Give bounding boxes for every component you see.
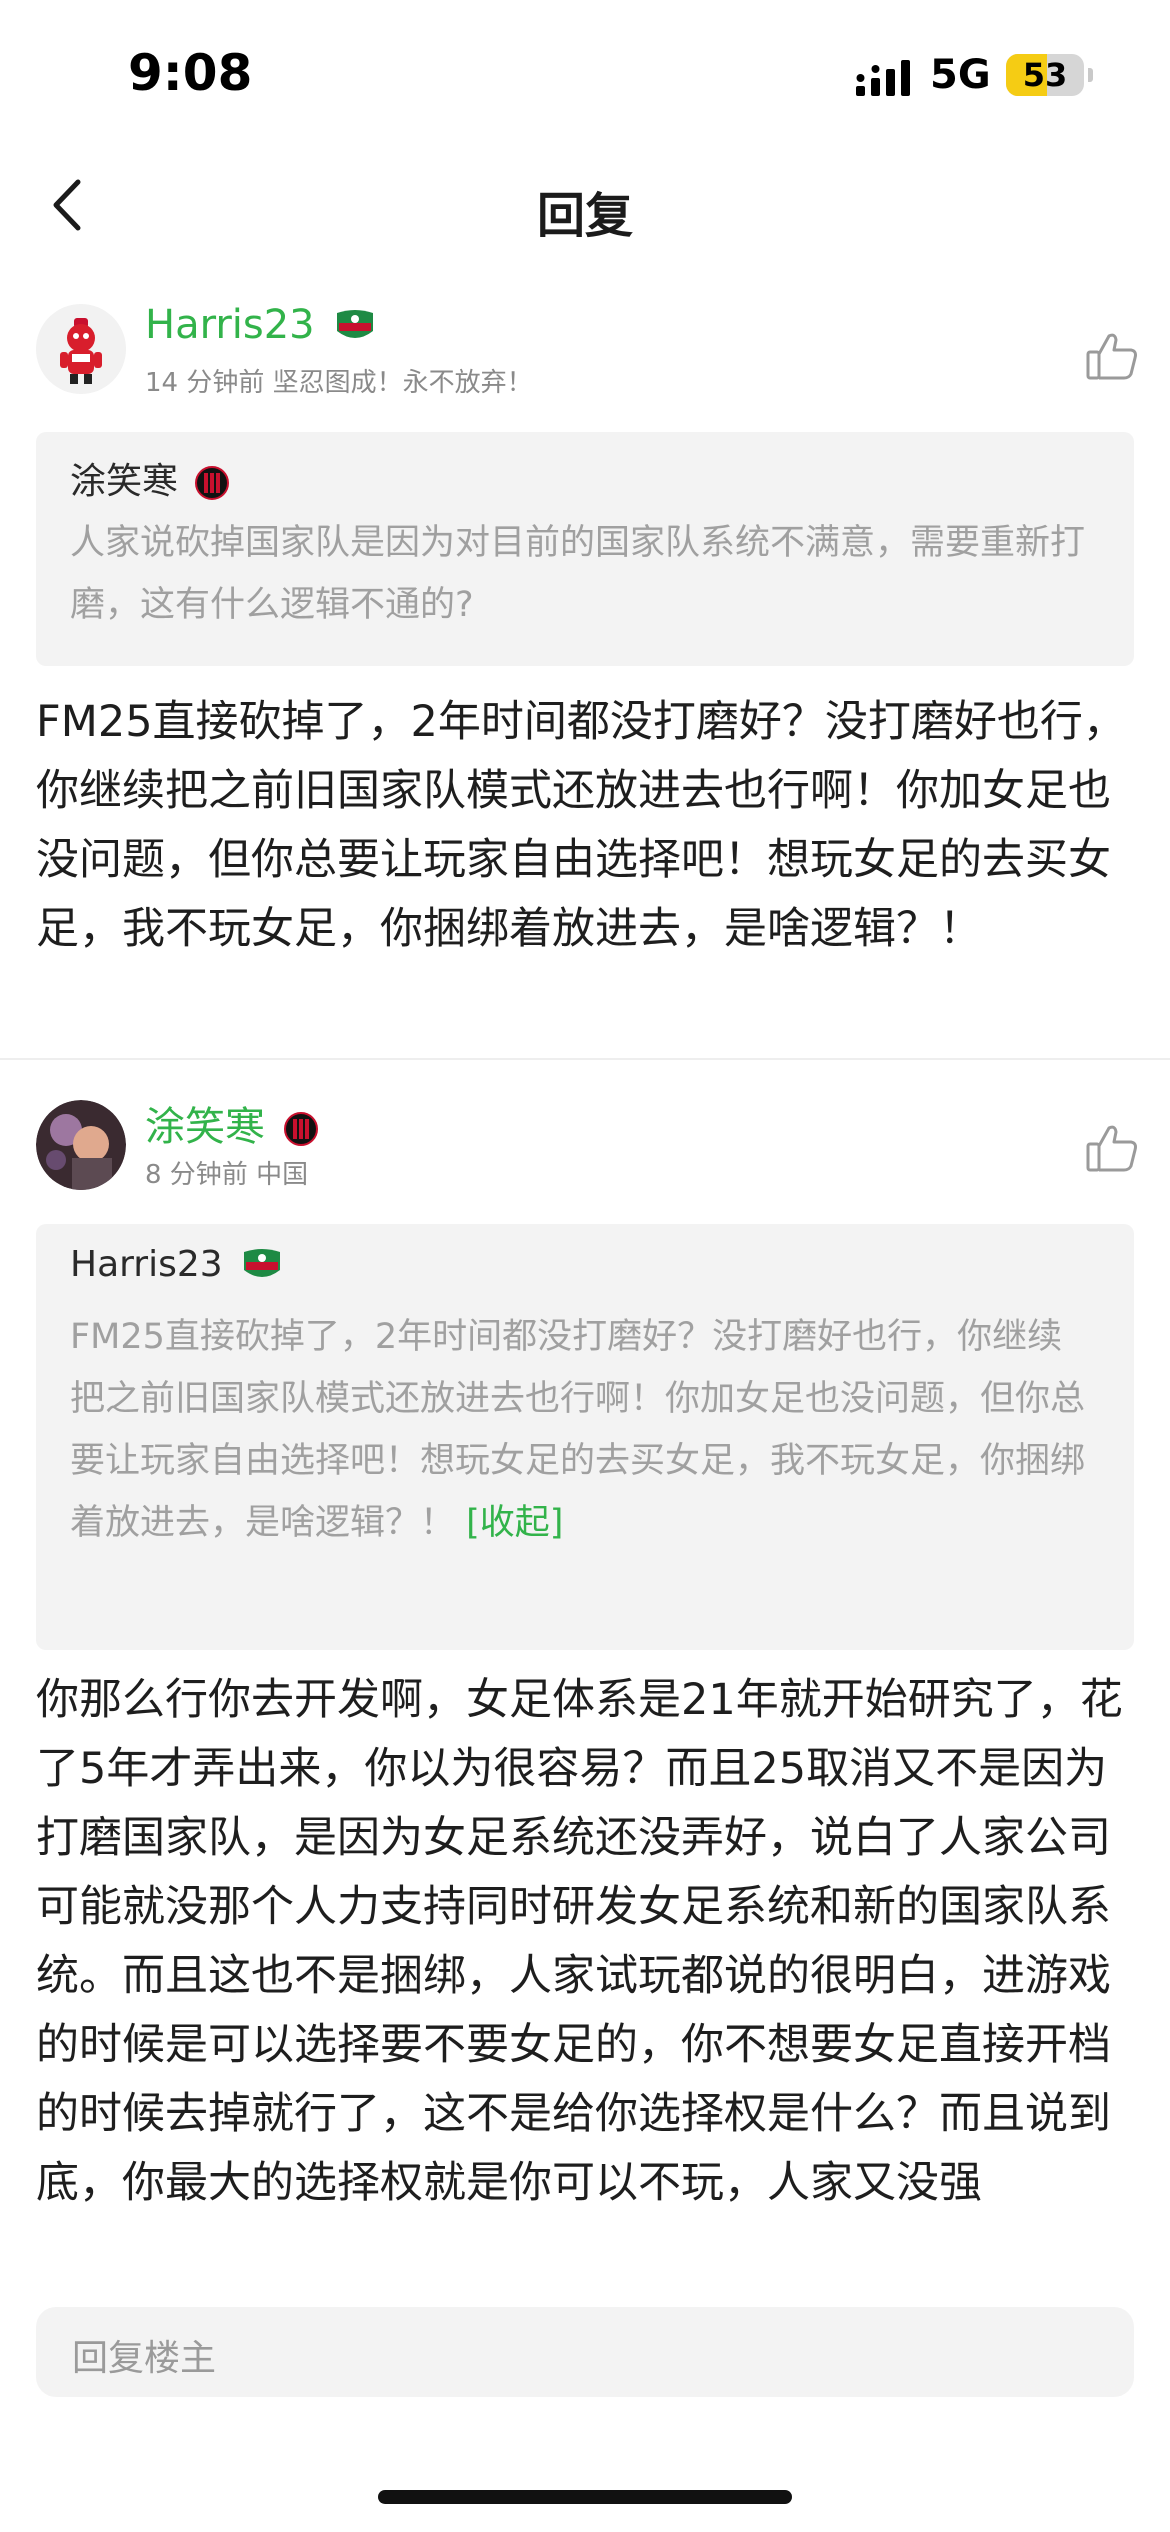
comment-signature: 中国	[256, 1160, 309, 1190]
network-type: 5G	[930, 52, 991, 98]
comment-divider	[0, 1058, 1170, 1060]
henan-team-badge-icon	[337, 310, 374, 338]
comment-signature: 坚忍图成！永不放弃！	[272, 368, 533, 398]
comment: Harris23 14 分钟前 坚忍图成！永不放弃！ 涂笑寒 人家说砍掉国家队是…	[0, 290, 1170, 1058]
henan-team-badge-icon	[244, 1249, 281, 1277]
quoted-text-content: FM25直接砍掉了，2年时间都没打磨好？没打磨好也行，你继续把之前旧国家队模式还…	[70, 1317, 1086, 1543]
reply-placeholder: 回复楼主	[72, 2338, 217, 2379]
comment-username[interactable]: 涂笑寒	[145, 1094, 318, 1152]
battery-percent: 53	[1022, 56, 1068, 94]
avatar[interactable]	[36, 304, 126, 394]
battery-icon: 53	[1006, 54, 1084, 96]
home-indicator[interactable]	[378, 2490, 792, 2504]
battery-tip	[1088, 68, 1093, 82]
mascot-avatar-icon	[36, 304, 126, 394]
comment-body: 你那么行你去开发啊，女足体系是21年就开始研究了，花了5年才弄出来，你以为很容易…	[36, 1675, 1123, 2208]
ac-milan-badge-icon	[195, 466, 230, 500]
quoted-username: Harris23	[70, 1244, 284, 1285]
reply-input[interactable]: 回复楼主	[36, 2307, 1134, 2397]
ac-milan-badge-icon	[283, 1112, 318, 1146]
username-text[interactable]: Harris23	[145, 302, 315, 348]
nav-bar: 回复	[0, 160, 1170, 250]
username-text[interactable]: 涂笑寒	[145, 1104, 265, 1150]
avatar[interactable]	[36, 1100, 126, 1190]
user-photo-avatar-icon	[36, 1100, 126, 1190]
comment-meta: 8 分钟前 中国	[145, 1154, 308, 1191]
quoted-text: 人家说砍掉国家队是因为对目前的国家队系统不满意，需要重新打磨，这有什么逻辑不通的…	[70, 523, 1086, 625]
quoted-username-text: Harris23	[70, 1244, 223, 1285]
quoted-username: 涂笑寒	[70, 452, 230, 504]
comment: 涂笑寒 8 分钟前 中国 Harris23 FM25直接砍掉了，2年时间都没打磨…	[0, 1080, 1170, 2280]
comment-time: 8 分钟前	[145, 1160, 248, 1190]
comment-meta: 14 分钟前 坚忍图成！永不放弃！	[145, 362, 533, 399]
quoted-username-text: 涂笑寒	[70, 461, 179, 502]
thumbs-up-icon[interactable]	[1085, 330, 1139, 382]
quoted-reply[interactable]: 涂笑寒 人家说砍掉国家队是因为对目前的国家队系统不满意，需要重新打磨，这有什么逻…	[36, 432, 1134, 666]
thumbs-up-icon[interactable]	[1085, 1122, 1139, 1174]
quoted-reply[interactable]: Harris23 FM25直接砍掉了，2年时间都没打磨好？没打磨好也行，你继续把…	[36, 1224, 1134, 1650]
status-time: 9:08	[128, 44, 253, 102]
signal-icon	[856, 60, 910, 96]
status-bar: 9:08 5G 53	[0, 0, 1170, 150]
comment-username[interactable]: Harris23	[145, 302, 377, 348]
quoted-text: FM25直接砍掉了，2年时间都没打磨好？没打磨好也行，你继续把之前旧国家队模式还…	[70, 1306, 1086, 1554]
page-title: 回复	[536, 188, 633, 244]
collapse-link[interactable]: [收起]	[466, 1503, 563, 1543]
comment-time: 14 分钟前	[145, 368, 265, 398]
comment-body: FM25直接砍掉了，2年时间都没打磨好？没打磨好也行，你继续把之前旧国家队模式还…	[36, 697, 1126, 954]
